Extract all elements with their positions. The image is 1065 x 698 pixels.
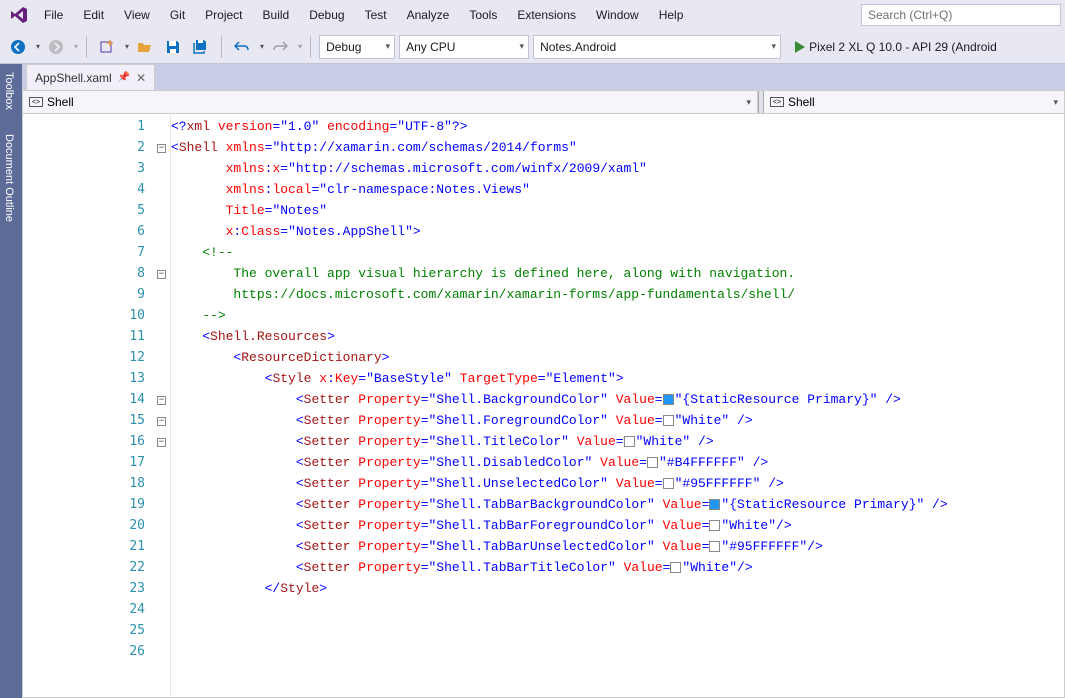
nav-back-button[interactable] bbox=[6, 35, 30, 59]
nav-bar: <> Shell ▾ <> Shell ▾ bbox=[22, 90, 1065, 114]
fold-toggle[interactable]: − bbox=[157, 144, 166, 153]
chevron-down-icon[interactable]: ▾ bbox=[74, 42, 78, 51]
toolbar-separator bbox=[221, 36, 222, 58]
pin-icon[interactable]: 📌 bbox=[118, 72, 130, 83]
menu-item-file[interactable]: File bbox=[34, 2, 73, 28]
chevron-down-icon[interactable]: ▾ bbox=[298, 42, 302, 51]
vs-logo-icon bbox=[4, 0, 34, 30]
chevron-down-icon: ▾ bbox=[1053, 97, 1058, 108]
menubar: FileEditViewGitProjectBuildDebugTestAnal… bbox=[0, 0, 1065, 30]
menu-item-window[interactable]: Window bbox=[586, 2, 649, 28]
open-file-button[interactable] bbox=[133, 35, 157, 59]
menu-item-help[interactable]: Help bbox=[649, 2, 694, 28]
menu-item-git[interactable]: Git bbox=[160, 2, 195, 28]
menu-item-view[interactable]: View bbox=[114, 2, 160, 28]
toolbar-separator bbox=[86, 36, 87, 58]
menu-item-debug[interactable]: Debug bbox=[299, 2, 354, 28]
save-all-button[interactable] bbox=[189, 35, 213, 59]
search-input[interactable]: Search (Ctrl+Q) bbox=[861, 4, 1061, 26]
element-icon: <> bbox=[29, 97, 43, 107]
redo-button[interactable] bbox=[268, 35, 292, 59]
toolbar-separator bbox=[310, 36, 311, 58]
chevron-down-icon[interactable]: ▾ bbox=[125, 42, 129, 51]
chevron-down-icon[interactable]: ▾ bbox=[36, 42, 40, 51]
config-select[interactable]: Debug bbox=[319, 35, 395, 59]
work-area: Toolbox Document Outline AppShell.xaml 📌… bbox=[0, 64, 1065, 698]
fold-toggle[interactable]: − bbox=[157, 417, 166, 426]
toolbar: ▾ ▾ ▾ ▾ ▾ Debug Any CPU Notes.Android Pi… bbox=[0, 30, 1065, 64]
nav-scope-label: Shell bbox=[47, 95, 74, 109]
menu-item-tools[interactable]: Tools bbox=[459, 2, 507, 28]
element-icon: <> bbox=[770, 97, 784, 107]
nav-scope-select[interactable]: <> Shell ▾ bbox=[23, 91, 758, 113]
fold-toggle[interactable]: − bbox=[157, 270, 166, 279]
code-text[interactable]: <?xml version="1.0" encoding="UTF-8"?><S… bbox=[171, 114, 1064, 697]
fold-toggle[interactable]: − bbox=[157, 438, 166, 447]
line-numbers: 1234567891011121314151617181920212223242… bbox=[23, 114, 153, 697]
menu-item-edit[interactable]: Edit bbox=[73, 2, 114, 28]
nav-member-select[interactable]: <> Shell ▾ bbox=[764, 91, 1064, 113]
document-outline-tab[interactable]: Document Outline bbox=[0, 126, 22, 230]
toolbox-tab[interactable]: Toolbox bbox=[0, 64, 22, 118]
search-placeholder-text: Search (Ctrl+Q) bbox=[868, 8, 952, 22]
close-icon[interactable]: ✕ bbox=[136, 71, 146, 85]
run-target-label: Pixel 2 XL Q 10.0 - API 29 (Android bbox=[809, 40, 997, 54]
editor-zone: AppShell.xaml 📌 ✕ <> Shell ▾ <> Shell ▾ … bbox=[22, 64, 1065, 698]
nav-member-label: Shell bbox=[788, 95, 815, 109]
code-editor[interactable]: 1234567891011121314151617181920212223242… bbox=[22, 114, 1065, 698]
run-button[interactable]: Pixel 2 XL Q 10.0 - API 29 (Android bbox=[795, 40, 997, 54]
save-button[interactable] bbox=[161, 35, 185, 59]
menu-item-analyze[interactable]: Analyze bbox=[397, 2, 460, 28]
new-project-button[interactable] bbox=[95, 35, 119, 59]
menu-item-project[interactable]: Project bbox=[195, 2, 252, 28]
undo-button[interactable] bbox=[230, 35, 254, 59]
startup-select[interactable]: Notes.Android bbox=[533, 35, 781, 59]
platform-select[interactable]: Any CPU bbox=[399, 35, 529, 59]
side-tabs: Toolbox Document Outline bbox=[0, 64, 22, 698]
menu-item-test[interactable]: Test bbox=[355, 2, 397, 28]
chevron-down-icon[interactable]: ▾ bbox=[260, 42, 264, 51]
fold-strip: − − − − − bbox=[153, 114, 171, 697]
file-tabs: AppShell.xaml 📌 ✕ bbox=[22, 64, 1065, 90]
menu-item-build[interactable]: Build bbox=[253, 2, 300, 28]
menu-item-extensions[interactable]: Extensions bbox=[507, 2, 586, 28]
chevron-down-icon: ▾ bbox=[746, 97, 751, 108]
nav-forward-button bbox=[44, 35, 68, 59]
fold-toggle[interactable]: − bbox=[157, 396, 166, 405]
file-tab-label: AppShell.xaml bbox=[35, 71, 112, 85]
play-icon bbox=[795, 41, 805, 53]
file-tab[interactable]: AppShell.xaml 📌 ✕ bbox=[26, 64, 155, 90]
